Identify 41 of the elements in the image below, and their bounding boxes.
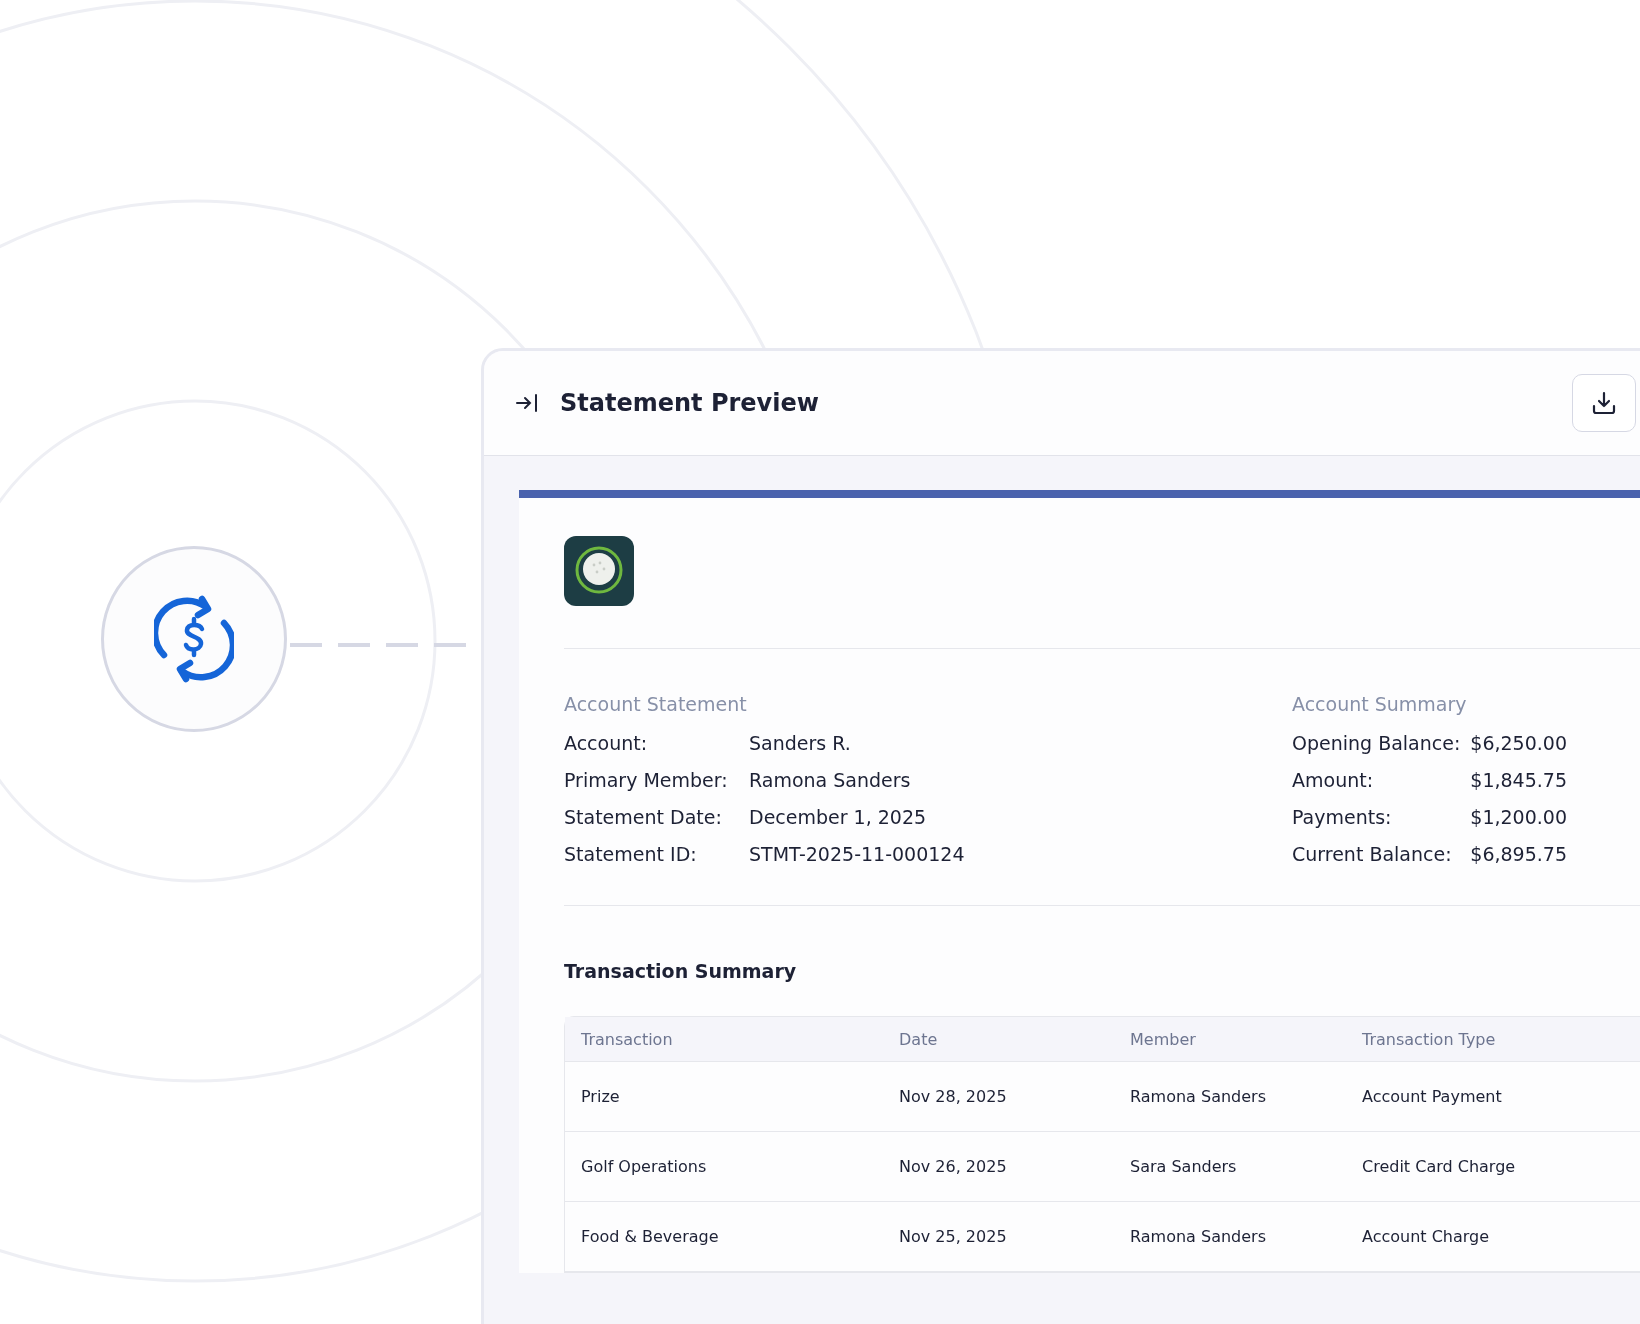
field-label: Statement Date: (564, 806, 723, 828)
field-label: Statement ID: (564, 843, 698, 865)
download-icon (1591, 390, 1617, 416)
table-cell-text: Nov 28, 2025 (899, 1087, 1008, 1106)
column-header: Transaction (581, 1029, 674, 1049)
field-value: $6,895.75 (1469, 843, 1567, 865)
golf-ball-logo (564, 536, 634, 606)
table-cell-text: Account Charge (1362, 1227, 1491, 1246)
table-cell-text: Prize (581, 1087, 621, 1106)
table-cell-text: Ramona Sanders (1130, 1087, 1267, 1106)
collapse-arrow-icon[interactable] (516, 393, 538, 413)
field-label: Account: (564, 732, 649, 754)
field-value: December 1, 2025 (749, 806, 927, 828)
table-cell-text: Golf Operations (581, 1157, 708, 1176)
table-cell-text: Account Payment (1362, 1087, 1503, 1106)
field-value: $1,200.00 (1469, 806, 1567, 828)
section-heading: Account Summary (1292, 693, 1468, 715)
field-label: Current Balance: (1292, 843, 1453, 865)
column-header: Date (899, 1029, 939, 1049)
field-label: Opening Balance: (1292, 732, 1462, 754)
column-header: Transaction Type (1362, 1029, 1497, 1049)
download-button[interactable] (1572, 374, 1636, 432)
field-value: STMT-2025-11-000124 (749, 843, 965, 865)
panel-title: Statement Preview (560, 389, 819, 417)
field-value: Ramona Sanders (749, 769, 911, 791)
column-header: Member (1130, 1029, 1197, 1049)
field-label: Primary Member: (564, 769, 729, 791)
field-label: Amount: (1292, 769, 1375, 791)
field-value: $6,250.00 (1469, 732, 1567, 754)
table-cell-text: Food & Beverage (581, 1227, 720, 1246)
table-cell-text: Nov 26, 2025 (899, 1157, 1008, 1176)
field-value: Sanders R. (749, 732, 851, 754)
section-heading: Account Statement (564, 693, 748, 715)
field-value: $1,845.75 (1469, 769, 1567, 791)
field-label: Payments: (1292, 806, 1393, 828)
table-cell-text: Sara Sanders (1130, 1157, 1238, 1176)
section-heading: Transaction Summary (564, 960, 798, 982)
table-cell-text: Credit Card Charge (1362, 1157, 1517, 1176)
dollar-refresh-icon (154, 593, 234, 685)
table-cell-text: Ramona Sanders (1130, 1227, 1267, 1246)
table-cell-text: Nov 25, 2025 (899, 1227, 1008, 1246)
